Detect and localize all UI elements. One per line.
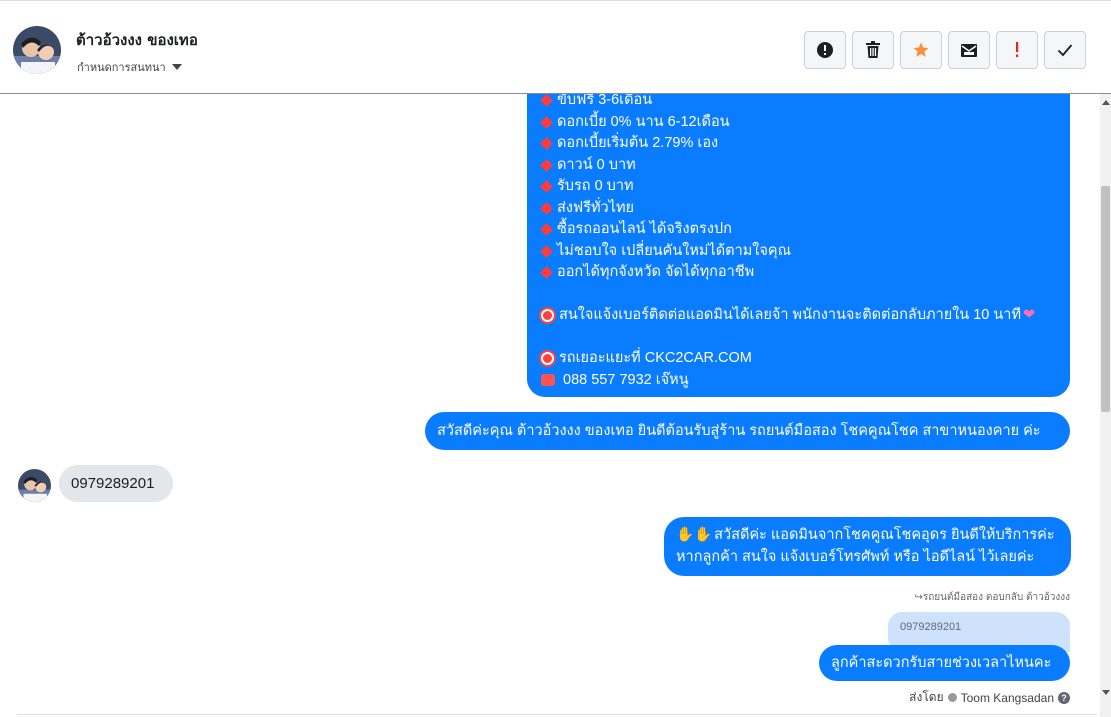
promo-line: รับรถ 0 บาท: [539, 176, 1058, 198]
praying-hands-icon: ✋✋: [676, 527, 713, 543]
promo-message: ขับฟรี 3-6เดือน ดอกเบี้ย 0% นาน 6-12เดือ…: [527, 94, 1070, 397]
admin-greeting-message: ✋✋ สวัสดีค่ะ แอดมินจากโชคคูณโชคอุดร ยินดี…: [664, 517, 1071, 576]
mark-unread-button[interactable]: [948, 31, 990, 69]
scrollbar-thumb[interactable]: [1101, 186, 1110, 412]
promo-line: ไม่ชอบใจ เปลี่ยนคันใหม่ได้ตามใจคุณ: [539, 241, 1058, 263]
assign-label: กำหนดการสนทนา: [77, 61, 166, 74]
scrollbar[interactable]: [1100, 94, 1111, 717]
promo-line: ดาวน์ 0 บาท: [539, 155, 1058, 177]
heart-icon: ❤: [1023, 307, 1036, 323]
red-diamond-icon: [540, 180, 553, 194]
promo-phone-line: 088 557 7932 เจ๊หนู: [539, 370, 1058, 392]
red-diamond-icon: [540, 158, 553, 172]
contact-avatar-small[interactable]: [18, 469, 51, 502]
reply-arrow-icon: ↪: [914, 592, 923, 603]
promo-line: ขับฟรี 3-6เดือน: [539, 94, 1058, 112]
promo-line: ออกได้ทุกจังหวัด จัดได้ทุกอาชีพ: [539, 262, 1058, 284]
promo-website-line: รถเยอะแยะที่ CKC2CAR.COM: [539, 348, 1058, 370]
promo-line: ดอกเบี้ย 0% นาน 6-12เดือน: [539, 112, 1058, 134]
promo-line: ซื้อรถออนไลน์ ได้จริงตรงปก: [539, 219, 1058, 241]
composer-divider: [17, 714, 1097, 715]
welcome-message: สวัสดีค่ะคุณ ต้าวอ้วงงง ของเทอ ยินดีต้อน…: [425, 412, 1070, 450]
star-icon: [913, 42, 929, 57]
caret-down-icon: [171, 64, 182, 70]
red-diamond-icon: [540, 244, 553, 258]
scroll-down-arrow-icon[interactable]: [1102, 690, 1110, 695]
red-diamond-icon: [540, 115, 553, 129]
customer-phone-message: 0979289201: [59, 465, 173, 502]
exclamation-circle-icon: [817, 42, 833, 58]
assign-conversation-dropdown[interactable]: กำหนดการสนทนา: [77, 58, 182, 76]
red-diamond-icon: [540, 137, 553, 151]
trash-icon: [866, 41, 880, 58]
help-icon[interactable]: ?: [1058, 691, 1070, 704]
exclamation-icon: [1016, 42, 1019, 57]
promo-line: ส่งฟรีทั่วไทย: [539, 198, 1058, 220]
target-icon: [541, 352, 554, 366]
star-button[interactable]: [900, 31, 942, 69]
done-button[interactable]: [1044, 31, 1086, 69]
telephone-icon: [541, 374, 555, 387]
user-icon: [947, 693, 957, 702]
sent-by-name: Toom Kangsadan: [960, 690, 1054, 705]
mark-spam-button[interactable]: [804, 31, 846, 69]
message-thread: ขับฟรี 3-6เดือน ดอกเบี้ย 0% นาน 6-12เดือ…: [0, 94, 1100, 717]
scroll-up-arrow-icon[interactable]: [1102, 100, 1110, 105]
promo-contact-line: สนใจแจ้งเบอร์ติดต่อแอดมินได้เลยจ้า พนักง…: [539, 305, 1058, 327]
target-icon: [541, 309, 554, 323]
envelope-icon: [961, 44, 977, 57]
contact-avatar[interactable]: [13, 26, 61, 74]
reply-meta: ↪รถยนต์มือสอง ตอบกลับ ต้าวอ้วงงง: [914, 592, 1070, 603]
red-diamond-icon: [540, 94, 553, 108]
conversation-header: ต้าวอ้วงงง ของเทอ กำหนดการสนทนา: [0, 0, 1111, 94]
promo-line: ดอกเบี้ยเริ่มต้น 2.79% เอง: [539, 133, 1058, 155]
ask-time-message: ลูกค้าสะดวกรับสายช่วงเวลาไหนคะ: [819, 645, 1070, 681]
red-diamond-icon: [540, 223, 553, 237]
delete-button[interactable]: [852, 31, 894, 69]
red-diamond-icon: [540, 201, 553, 215]
header-actions: [804, 31, 1086, 69]
red-diamond-icon: [540, 266, 553, 280]
follow-up-button[interactable]: [996, 31, 1038, 69]
contact-name[interactable]: ต้าวอ้วงงง ของเทอ: [76, 28, 198, 52]
sent-by-info: ส่งโดย Toom Kangsadan ?: [909, 688, 1070, 707]
sent-by-label: ส่งโดย: [909, 690, 944, 704]
check-icon: [1057, 44, 1073, 57]
